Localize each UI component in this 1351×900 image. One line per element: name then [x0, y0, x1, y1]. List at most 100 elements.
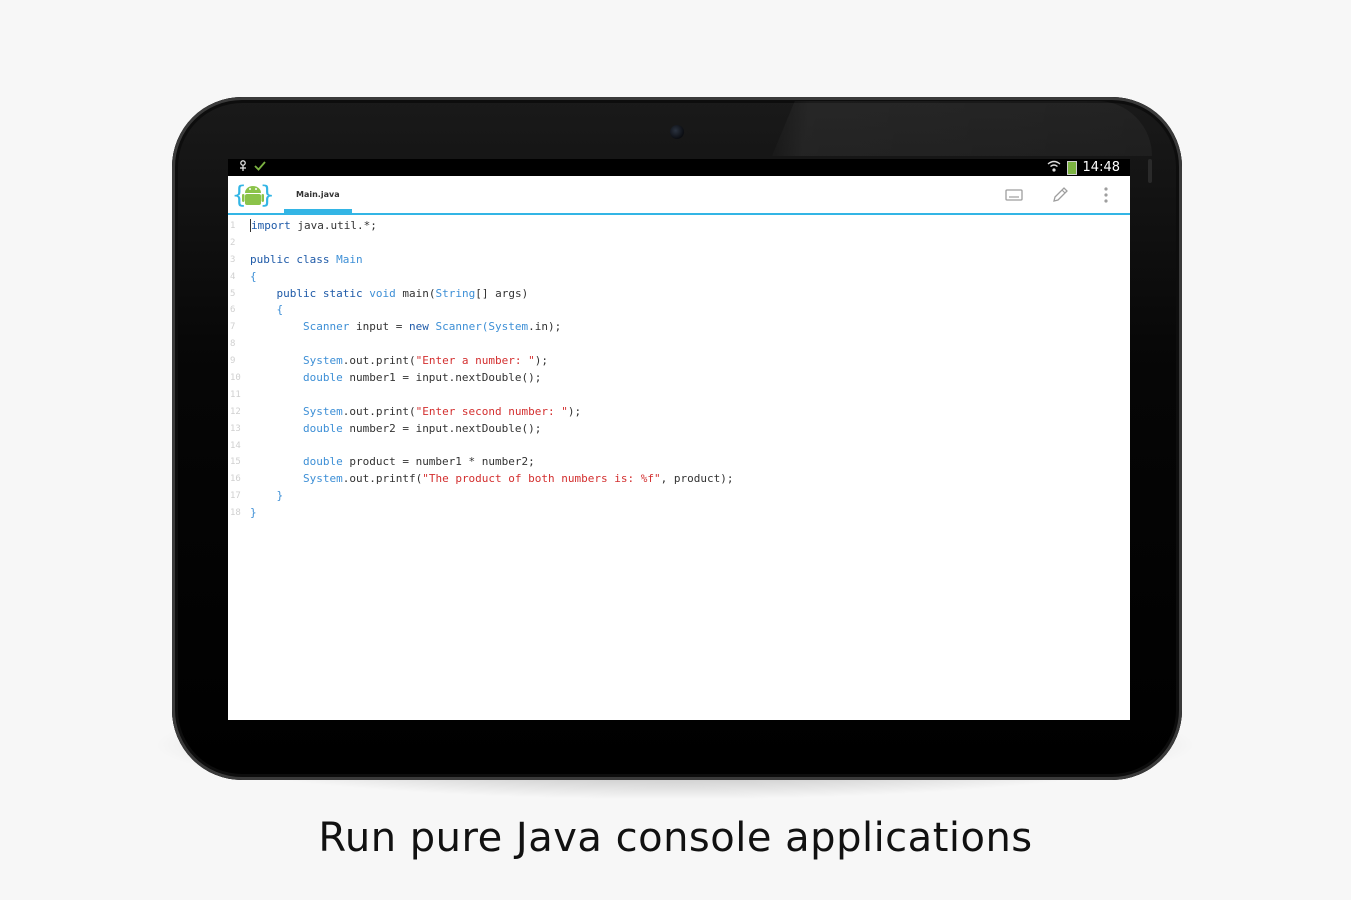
code-token: "Enter second number: ": [415, 404, 568, 418]
tab-label: Main.java: [296, 190, 340, 199]
caption: Run pure Java console applications: [318, 815, 1033, 861]
code-line: 4{: [228, 269, 1130, 286]
line-number: 2: [230, 237, 236, 248]
check-icon: [254, 160, 266, 175]
code-line: 9 System.out.print("Enter a number: ");: [228, 353, 1130, 370]
code-token: java.util.*;: [290, 219, 377, 232]
code-token: input =: [349, 320, 409, 334]
action-icons: [1004, 176, 1116, 213]
code-token: new: [408, 320, 436, 334]
code-token: number2 = input.nextDouble();: [342, 421, 542, 435]
code-token: System: [250, 472, 343, 486]
code-text: }: [250, 488, 283, 505]
overflow-menu-icon[interactable]: [1096, 185, 1116, 205]
code-line: 7 Scanner input = new Scanner(System.in)…: [228, 319, 1130, 336]
code-token: import: [250, 219, 291, 232]
code-text: System.out.printf("The product of both n…: [250, 471, 734, 488]
code-text: public class Main: [250, 252, 363, 269]
code-line: 13 double number2 = input.nextDouble();: [228, 421, 1130, 438]
code-token: "The product of both numbers is: %f": [422, 472, 661, 486]
battery-icon: [1066, 160, 1077, 175]
code-token: .out.printf(: [342, 472, 423, 486]
bezel-reflection: [772, 101, 1152, 156]
tab-indicator: [284, 209, 352, 213]
tab-main-java[interactable]: Main.java: [284, 176, 352, 213]
code-text: {: [250, 269, 257, 286]
code-token: Scanner(System: [435, 320, 529, 334]
code-line: 2: [228, 235, 1130, 252]
code-line: 15 double product = number1 * number2;: [228, 454, 1130, 471]
code-token: [] args): [475, 286, 529, 300]
status-bar: 14:48: [228, 159, 1130, 176]
code-line: 3 public class Main: [228, 252, 1130, 269]
code-text: double number2 = input.nextDouble();: [250, 421, 541, 438]
android-app-icon[interactable]: { }: [232, 179, 274, 211]
code-text: {: [250, 302, 283, 319]
code-token: {: [250, 303, 284, 317]
code-text: double number1 = input.nextDouble();: [250, 370, 541, 387]
code-editor[interactable]: 1 import java.util.*; 2 3 public class Main 4…: [228, 215, 1130, 522]
stage: 14:48 { } Main.java 1 import java.util.*…: [0, 0, 1351, 900]
line-number: 11: [230, 389, 241, 400]
line-number: 4: [230, 271, 236, 282]
code-token: Scanner: [250, 320, 350, 334]
code-token: , product);: [660, 472, 734, 486]
action-bar: { } Main.java: [228, 176, 1130, 215]
code-line: 1 import java.util.*;: [228, 218, 1130, 235]
code-line: 18}: [228, 505, 1130, 522]
code-token: System: [250, 404, 343, 418]
status-left: [238, 159, 266, 176]
code-token: "Enter a number: ": [415, 354, 535, 368]
code-text: double product = number1 * number2;: [250, 454, 535, 471]
line-number: 5: [230, 288, 236, 299]
code-token: number1 = input.nextDouble();: [342, 371, 542, 385]
code-token: .in);: [528, 320, 562, 334]
camera-icon: [670, 125, 684, 139]
code-text: import java.util.*;: [250, 218, 377, 235]
code-line: 17 }: [228, 488, 1130, 505]
code-line: 8: [228, 336, 1130, 353]
code-token: double: [250, 421, 343, 435]
line-number: 18: [230, 508, 241, 519]
code-token: public class: [250, 252, 337, 266]
code-token: public static: [250, 286, 370, 300]
line-number: 6: [230, 305, 236, 316]
code-token: Main: [336, 252, 363, 266]
status-time: 14:48: [1082, 160, 1120, 175]
line-number: 15: [230, 457, 241, 468]
code-token: String: [435, 286, 476, 300]
tablet-device: 14:48 { } Main.java 1 import java.util.*…: [172, 97, 1182, 780]
code-line: 5 public static void main(String[] args): [228, 286, 1130, 303]
usb-debug-icon: [238, 159, 248, 176]
code-text: Scanner input = new Scanner(System.in);: [250, 319, 561, 336]
wifi-icon: [1047, 160, 1061, 176]
code-line: 12 System.out.print("Enter second number…: [228, 404, 1130, 421]
code-line: 11: [228, 387, 1130, 404]
code-token: main(: [395, 286, 436, 300]
tablet-screen: 14:48 { } Main.java 1 import java.util.*…: [228, 159, 1130, 720]
pencil-icon[interactable]: [1050, 185, 1070, 205]
code-token: }: [250, 489, 284, 503]
code-line: 10 double number1 = input.nextDouble();: [228, 370, 1130, 387]
line-number: 7: [230, 322, 236, 333]
line-number: 13: [230, 423, 241, 434]
code-token: product = number1 * number2;: [342, 455, 535, 469]
code-token: }: [250, 506, 257, 520]
line-number: 1: [230, 221, 236, 231]
line-number: 8: [230, 339, 236, 350]
code-text: System.out.print("Enter second number: "…: [250, 404, 581, 421]
code-text: }: [250, 505, 257, 522]
line-number: 16: [230, 474, 241, 485]
line-number: 10: [230, 373, 241, 384]
line-number: 9: [230, 356, 236, 367]
code-line: 6 {: [228, 302, 1130, 319]
line-number: 12: [230, 406, 241, 417]
code-token: {: [250, 269, 257, 283]
code-token: void: [369, 286, 396, 300]
code-line: 16 System.out.printf("The product of bot…: [228, 471, 1130, 488]
keyboard-icon[interactable]: [1004, 185, 1024, 205]
code-token: double: [250, 455, 343, 469]
code-token: .out.print(: [342, 354, 416, 368]
code-token: );: [567, 404, 582, 418]
line-number: 17: [230, 491, 241, 502]
